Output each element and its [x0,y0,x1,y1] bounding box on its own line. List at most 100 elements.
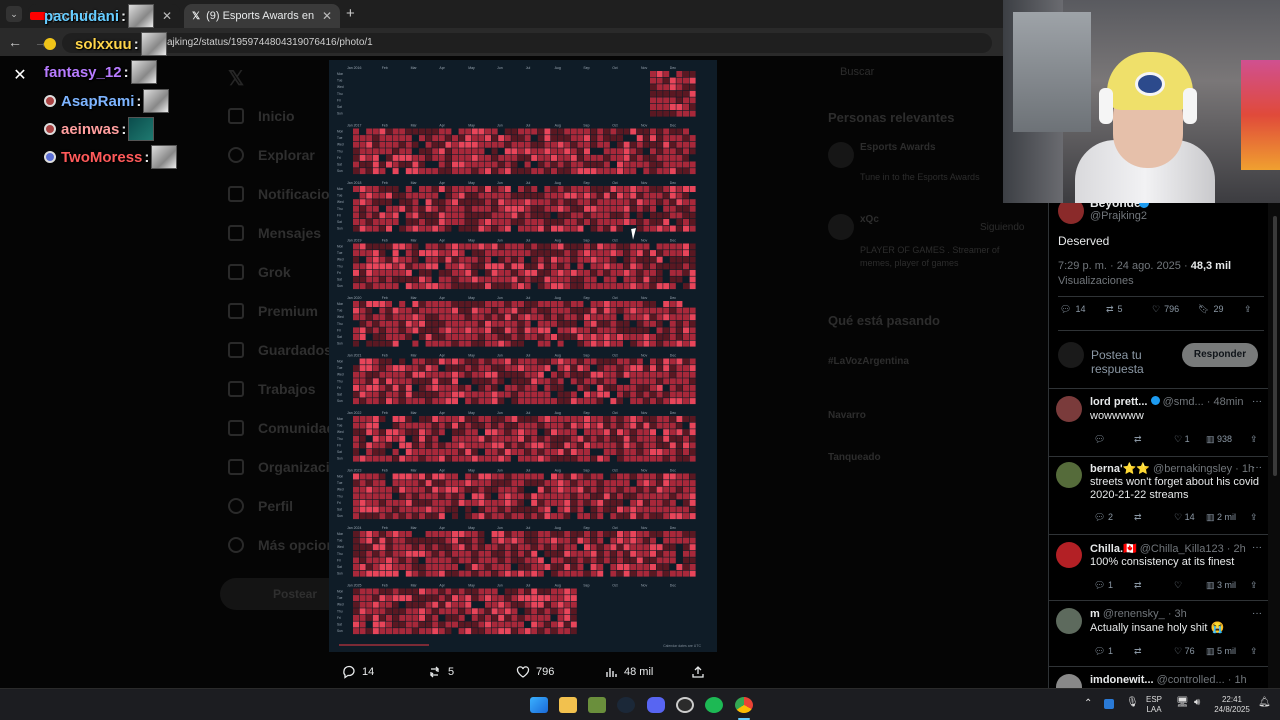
reply-item[interactable]: Chilla.🇨🇦 @Chilla_Killa123 · 2h ··· 100%… [1056,542,1262,598]
like-stat[interactable]: ♡ 76 [1174,646,1195,657]
avatar[interactable] [1056,542,1082,568]
tab-search-button[interactable]: ⌄ [6,6,22,22]
heatmap-cell [663,154,670,161]
close-tab-icon[interactable]: ✕ [162,9,172,23]
reply-item[interactable]: m @renensky_ · 3h ··· Actually insane ho… [1056,608,1262,664]
repost-icon[interactable]: ⇄ [1134,512,1142,523]
bookmark-stat[interactable]: 🔖︎ 29 [1198,304,1223,315]
share-icon[interactable]: ⇪ [1244,304,1252,315]
notification-bell-icon[interactable]: 🔔︎ [1258,698,1271,708]
reply-author[interactable]: m [1090,608,1100,620]
reply-author[interactable]: Chilla.🇨🇦 [1090,543,1137,555]
share-icon[interactable]: ⇪ [1250,512,1258,523]
nav-jobs[interactable]: Trabajos [228,381,316,397]
defender-icon[interactable] [1104,699,1114,709]
views-action[interactable]: 48 mil [604,665,653,679]
views-stat[interactable]: ▥ 5 mil [1206,646,1236,657]
trend-item[interactable]: #LaVozArgentina [828,356,909,367]
nav-profile[interactable]: Perfil [228,498,293,514]
tweet-author-handle[interactable]: @Prajking2 [1090,210,1147,222]
close-tab-icon[interactable]: ✕ [322,9,332,23]
minecraft-icon[interactable] [588,697,606,713]
reply-stat[interactable]: 💬︎ 2 [1094,512,1113,523]
discord-icon[interactable] [647,697,665,713]
avatar[interactable] [1056,608,1082,634]
trend-item[interactable]: Tanqueado [828,452,881,463]
heatmap-cell [485,340,491,347]
x-logo-icon[interactable]: 𝕏 [228,66,244,91]
network-icon[interactable]: 🖥︎ [1176,698,1189,708]
back-arrow-icon[interactable]: ← [8,34,22,50]
nav-premium[interactable]: Premium [228,303,318,319]
reply-item[interactable]: berna'⭐⭐ @bernakingsley · 1h ··· streets… [1056,462,1262,530]
like-stat[interactable]: ♡ 14 [1174,512,1195,523]
volume-icon[interactable]: 🔊︎ [1194,698,1200,708]
windows-start-icon[interactable] [530,697,548,713]
repost-icon[interactable]: ⇄ [1134,434,1142,445]
like-stat[interactable]: ♡ 796 [1152,304,1179,315]
like-stat[interactable]: ♡ 1 [1174,434,1190,445]
reply-action[interactable]: 14 [342,665,374,679]
like-action[interactable]: 796 [516,665,554,679]
heatmap-cell [485,480,491,487]
share-icon[interactable]: ⇪ [1250,434,1258,445]
avatar[interactable] [1056,396,1082,422]
avatar[interactable] [1056,462,1082,488]
new-tab-button[interactable]: + [346,5,355,22]
heatmap-cell [610,422,617,429]
steam-icon[interactable] [617,697,635,713]
reply-author[interactable]: berna'⭐⭐ [1090,463,1150,475]
more-icon[interactable]: ··· [1252,462,1262,473]
reply-submit-button[interactable]: Responder [1182,343,1258,367]
reply-item[interactable]: imdonewit... @controlled... · 1h [1056,674,1262,688]
follow-button[interactable]: Siguiendo [980,222,1024,233]
heatmap-cell [650,455,656,462]
repost-icon[interactable]: ⇄ [1134,646,1142,657]
heatmap-cell [669,398,676,405]
avatar[interactable] [1056,674,1082,688]
nav-grok[interactable]: Grok [228,264,291,280]
heatmap-cell [656,90,663,97]
share-icon[interactable]: ⇪ [1250,646,1258,657]
views-stat[interactable]: ▥ 3 mil [1206,580,1236,591]
more-icon[interactable]: ··· [1252,396,1262,407]
obs-icon[interactable] [676,697,694,713]
reply-icon[interactable]: 💬︎ [1094,434,1105,445]
more-icon[interactable]: ··· [1252,542,1262,553]
close-icon[interactable]: ✕ [12,68,28,84]
reply-author[interactable]: imdonewit... [1090,674,1154,686]
heart-icon[interactable]: ♡ [1174,580,1182,591]
reply-author[interactable]: lord prett... [1090,396,1147,408]
repost-stat[interactable]: ⇄ 5 [1106,304,1123,315]
reply-item[interactable]: lord prett... @smd... · 48min ··· wowwww… [1056,396,1262,452]
nav-bookmarks[interactable]: Guardados [228,342,332,358]
nav-explore[interactable]: Explorar [228,147,315,163]
share-action[interactable] [691,665,705,679]
tab-esports-awards[interactable]: 𝕏 (9) Esports Awards en X: "The w ✕ [184,4,340,28]
reply-input[interactable]: Postea tu respuesta [1091,348,1171,376]
reply-stat[interactable]: 💬︎ 1 [1094,580,1113,591]
nav-home[interactable]: Inicio [228,108,295,124]
repost-action[interactable]: 5 [428,665,454,679]
trend-item[interactable]: Navarro [828,410,866,421]
language-indicator[interactable]: ESP LAA [1146,695,1162,715]
clock[interactable]: 22:41 24/8/2025 [1210,695,1254,715]
nav-messages[interactable]: Mensajes [228,225,321,241]
folder-icon[interactable] [559,697,577,713]
repost-icon[interactable]: ⇄ [1134,580,1142,591]
more-icon[interactable]: ··· [1252,608,1262,619]
url-field[interactable]: ajking2/status/1959744804319076416/photo… [62,33,992,53]
chrome-icon[interactable] [735,697,753,713]
spotify-icon[interactable] [705,697,723,713]
tray-chevron-icon[interactable]: ⌃ [1084,699,1092,709]
heatmap-cell [603,269,610,276]
reply-stat[interactable]: 💬︎ 1 [1094,646,1113,657]
views-stat[interactable]: ▥ 938 [1206,434,1232,445]
microphone-icon[interactable]: 🎙︎ [1126,698,1139,708]
views-stat[interactable]: ▥ 2 mil [1206,512,1236,523]
heatmap-cell [683,77,689,84]
scrollbar[interactable] [1270,196,1280,688]
search-box[interactable]: Buscar [828,66,1008,86]
reply-stat[interactable]: 💬︎ 14 [1060,304,1085,315]
share-icon[interactable]: ⇪ [1250,580,1258,591]
